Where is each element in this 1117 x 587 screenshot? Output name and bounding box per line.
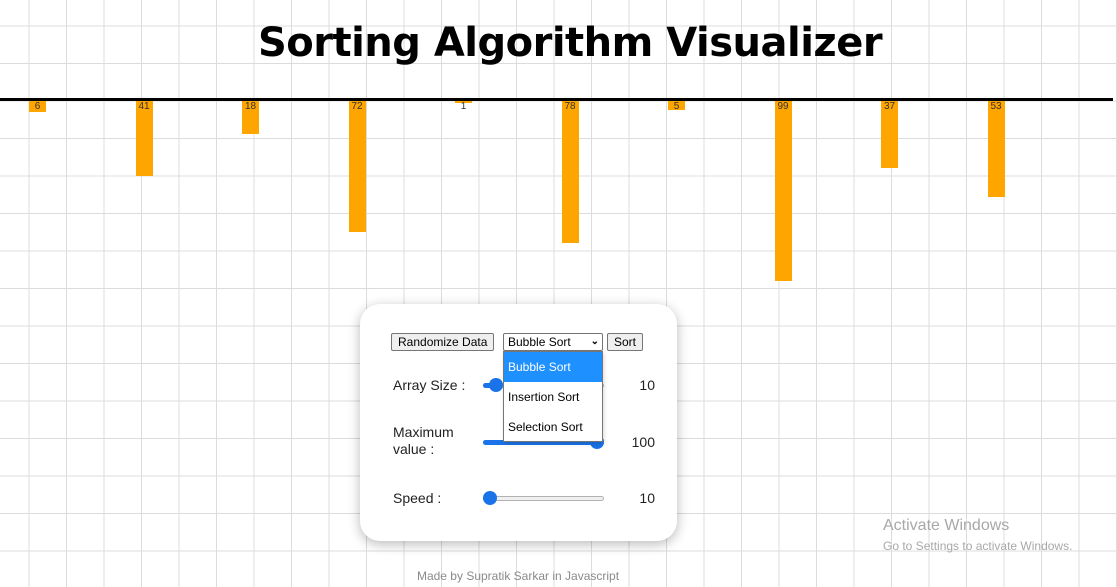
array-bar: 41	[135, 101, 153, 176]
array-bars: 6 41 18 72 1 78 5 99 37 53	[0, 101, 1117, 291]
maximum-value-label-line1: Maximum	[393, 424, 454, 440]
speed-value: 10	[639, 490, 655, 506]
algorithm-select-value: Bubble Sort	[508, 335, 571, 349]
bar-value-label: 6	[34, 101, 41, 112]
watermark-title: Activate Windows	[883, 517, 1010, 534]
array-bar: 53	[987, 101, 1005, 197]
array-bar: 18	[242, 101, 259, 134]
bar-value-label: 5	[673, 101, 680, 112]
footer-credit: Made by Supratik Sarkar in Javascript	[416, 569, 620, 583]
maximum-value-value: 100	[631, 434, 655, 450]
activate-windows-watermark: Activate Windows Go to Settings to activ…	[883, 516, 1072, 554]
slider-track	[483, 496, 604, 501]
array-bar: 72	[348, 101, 366, 232]
array-bar: 37	[881, 101, 898, 168]
maximum-value-label: Maximum value :	[393, 424, 454, 458]
bar-value-label: 53	[990, 101, 1002, 112]
array-bar: 6	[29, 101, 46, 112]
slider-thumb[interactable]	[483, 491, 497, 505]
bar-value-label: 72	[351, 101, 363, 112]
array-size-value: 10	[639, 377, 655, 393]
chevron-down-icon: ⌄	[590, 336, 599, 347]
randomize-data-button[interactable]: Randomize Data	[391, 333, 495, 351]
option-bubble-sort[interactable]: Bubble Sort	[504, 352, 602, 382]
maximum-value-label-line2: value :	[393, 441, 435, 457]
slider-thumb[interactable]	[488, 378, 503, 392]
bar-value-label: 41	[138, 101, 150, 112]
option-selection-sort[interactable]: Selection Sort	[504, 412, 602, 442]
bar-value-label: 99	[777, 101, 789, 112]
bar-value-label: 37	[883, 101, 896, 112]
array-bar: 78	[561, 101, 579, 243]
array-bar: 1	[455, 101, 472, 112]
bar-value-label: 1	[460, 101, 467, 112]
watermark-subtitle: Go to Settings to activate Windows.	[883, 539, 1073, 553]
speed-label: Speed :	[393, 490, 442, 506]
sort-button[interactable]: Sort	[607, 333, 644, 351]
option-insertion-sort[interactable]: Insertion Sort	[504, 382, 602, 412]
bar-value-label: 78	[564, 101, 576, 112]
bar-value-label: 18	[244, 101, 257, 112]
array-bar: 5	[668, 101, 685, 112]
array-bar: 99	[774, 101, 792, 281]
speed-slider[interactable]	[483, 490, 604, 506]
page-title: Sorting Algorithm Visualizer	[257, 20, 883, 66]
algorithm-dropdown-list: Bubble Sort Insertion Sort Selection Sor…	[503, 351, 603, 442]
algorithm-select[interactable]: Bubble Sort ⌄	[503, 333, 603, 351]
array-size-label: Array Size :	[393, 377, 466, 393]
